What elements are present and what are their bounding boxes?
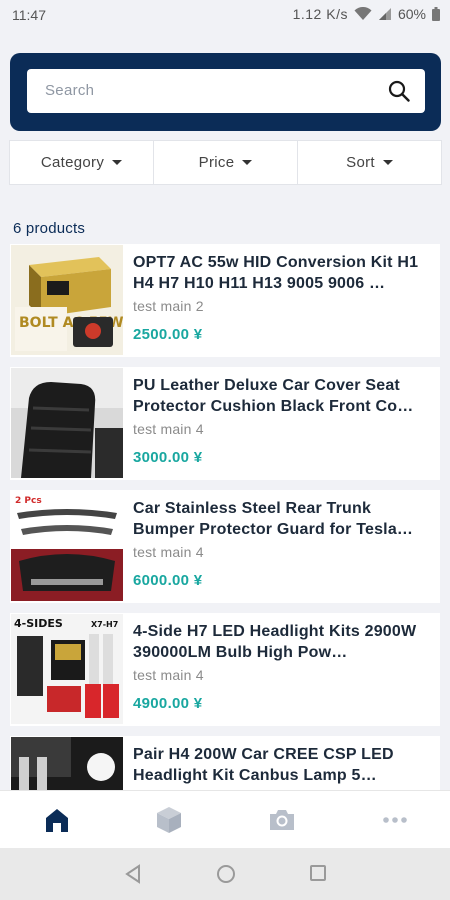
product-image-text-2: X7-H7 — [91, 620, 118, 629]
product-image — [11, 368, 123, 478]
product-price: 4900.00 ¥ — [133, 695, 203, 712]
product-subtitle: test main 4 — [133, 667, 204, 683]
product-image: 2 Pcs — [11, 491, 123, 601]
category-filter-label: Category — [40, 154, 105, 171]
price-filter-button[interactable]: Price — [154, 141, 298, 184]
price-filter-label: Price — [198, 154, 235, 171]
product-image: BOLT AC 55W — [11, 245, 123, 355]
product-title: 4-Side H7 LED Headlight Kits 2900W 39000… — [133, 623, 417, 661]
product-image: 4-SIDES X7-H7 — [11, 614, 123, 724]
product-card[interactable]: 4-SIDES X7-H7 4-Side H7 LED Headlight Ki… — [10, 613, 440, 726]
filter-bar: Category Price Sort — [9, 140, 442, 185]
back-icon[interactable] — [124, 864, 142, 884]
product-image-text: 2 Pcs — [15, 496, 42, 506]
product-title: PU Leather Deluxe Car Cover Seat Protect… — [133, 377, 414, 415]
product-subtitle: test main 2 — [133, 298, 204, 314]
product-card[interactable]: PU Leather Deluxe Car Cover Seat Protect… — [10, 367, 440, 480]
product-card[interactable]: BOLT AC 55W OPT7 AC 55w HID Conversion K… — [10, 244, 440, 357]
product-title: OPT7 AC 55w HID Conversion Kit H1 H4 H7 … — [133, 254, 419, 292]
product-count: 6 products — [13, 220, 86, 237]
status-bar: 11:47 1.12 K/s 60% — [0, 0, 450, 30]
product-list: BOLT AC 55W OPT7 AC 55w HID Conversion K… — [10, 244, 440, 791]
product-title: Car Stainless Steel Rear Trunk Bumper Pr… — [133, 500, 414, 538]
search-input[interactable]: Search — [27, 69, 425, 113]
box-icon[interactable] — [154, 805, 184, 835]
product-price: 6000.00 ¥ — [133, 572, 203, 589]
caret-down-icon — [242, 160, 253, 165]
product-image-text: 4-SIDES — [14, 617, 63, 630]
cell-signal-icon — [378, 8, 391, 20]
caret-down-icon — [382, 160, 393, 165]
search-icon[interactable] — [388, 80, 410, 102]
product-subtitle: test main 4 — [133, 421, 204, 437]
system-nav-bar — [0, 848, 450, 900]
sort-label: Sort — [346, 154, 375, 171]
battery-percent: 60% — [397, 6, 426, 22]
camera-icon[interactable] — [267, 805, 297, 835]
home-system-icon[interactable] — [216, 864, 236, 884]
search-header: Search — [10, 53, 441, 131]
product-price: 3000.00 ¥ — [133, 449, 203, 466]
status-icons: 1.12 K/s 60% — [293, 6, 440, 22]
network-speed: 1.12 K/s — [292, 6, 348, 22]
product-subtitle: test main 4 — [133, 544, 204, 560]
sort-button[interactable]: Sort — [298, 141, 441, 184]
home-icon[interactable] — [42, 805, 72, 835]
product-price: 2500.00 ¥ — [133, 326, 203, 343]
wifi-icon — [354, 7, 372, 20]
battery-icon — [432, 7, 440, 21]
product-card[interactable]: 2 Pcs Car Stainless Steel Rear Trunk Bum… — [10, 490, 440, 603]
bottom-nav — [0, 790, 450, 848]
product-title: Pair H4 200W Car CREE CSP LED Headlight … — [133, 746, 394, 784]
category-filter-button[interactable]: Category — [10, 141, 154, 184]
product-card[interactable]: Pair H4 200W Car CREE CSP LED Headlight … — [10, 736, 440, 791]
caret-down-icon — [112, 160, 123, 165]
recents-icon[interactable] — [309, 864, 327, 882]
status-time: 11:47 — [12, 7, 46, 23]
product-image — [11, 737, 123, 791]
more-icon[interactable] — [380, 805, 410, 835]
search-placeholder: Search — [45, 82, 95, 99]
